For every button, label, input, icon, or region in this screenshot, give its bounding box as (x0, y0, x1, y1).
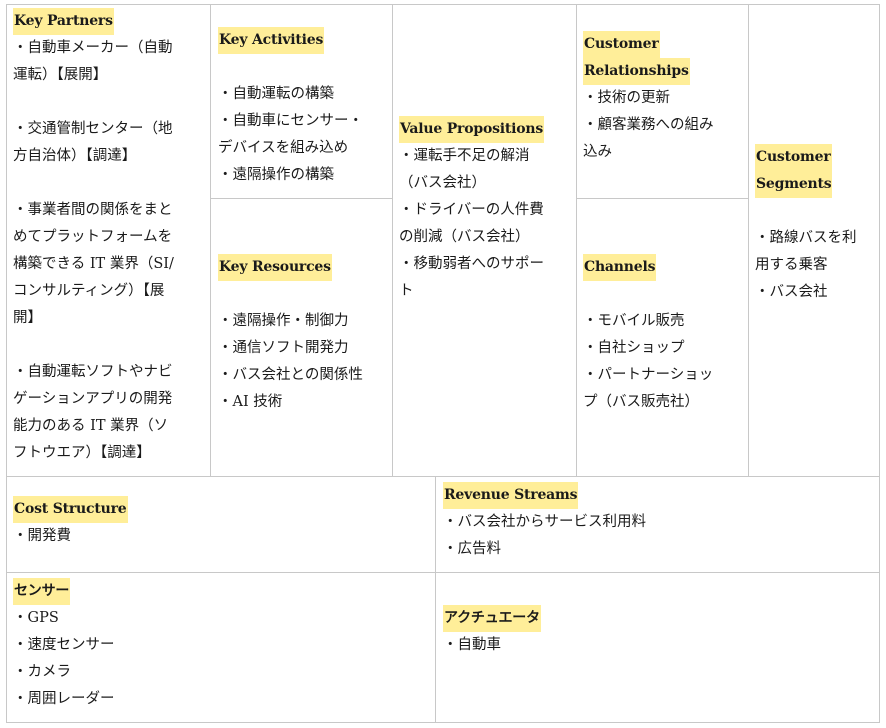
key-resources-heading: Key Resources (218, 254, 332, 281)
cost-structure-cell: Cost Structure ・開発費 (13, 496, 428, 550)
customer-relationships-heading-line1: Customer (583, 31, 660, 58)
key-activities-cell: Key Activities ・自動運転の構築 ・自動車にセンサー・ デバイスを… (218, 27, 390, 189)
border-relationships-split (576, 198, 748, 199)
customer-segments-heading-line2: Segments (755, 171, 833, 198)
customer-segments-list: ・路線バスを利 用する乗客 ・バス会社 (755, 225, 877, 306)
value-propositions-item-2: ・ドライバーの人件費 の削減（バス会社） (399, 202, 544, 245)
channels-item-3: ・パートナーショッ プ（バス販売社） (583, 367, 714, 410)
border-col-b (392, 4, 393, 476)
border-col-c (576, 4, 577, 476)
border-row1-bottom (6, 476, 880, 477)
sensors-item-1: ・GPS (13, 610, 59, 626)
key-activities-heading: Key Activities (218, 27, 325, 54)
channels-item-1: ・モバイル販売 (583, 313, 685, 329)
revenue-streams-item-2: ・広告料 (443, 541, 501, 557)
sensors-item-4: ・周囲レーダー (13, 691, 115, 707)
border-col-a (210, 4, 211, 476)
channels-item-2: ・自社ショップ (583, 340, 685, 356)
key-activities-item-2: ・自動車にセンサー・ デバイスを組み込め (218, 113, 363, 156)
customer-relationships-item-2: ・顧客業務への組み 込み (583, 117, 714, 160)
actuators-item-1: ・自動車 (443, 637, 501, 653)
key-activities-item-1: ・自動運転の構築 (218, 86, 334, 102)
cost-structure-heading: Cost Structure (13, 496, 128, 523)
key-activities-item-3: ・遠隔操作の構築 (218, 167, 334, 183)
border-col-d (748, 4, 749, 476)
sensors-heading: センサー (13, 578, 71, 605)
channels-heading: Channels (583, 254, 657, 281)
sensors-item-3: ・カメラ (13, 664, 71, 680)
border-activities-split (210, 198, 392, 199)
sensors-cell: センサー ・GPS ・速度センサー ・カメラ ・周囲レーダー (13, 578, 428, 713)
border-left (6, 4, 7, 723)
key-activities-list: ・自動運転の構築 ・自動車にセンサー・ デバイスを組み込め ・遠隔操作の構築 (218, 81, 390, 189)
channels-cell: Channels ・モバイル販売 ・自社ショップ ・パートナーショッ プ（バス販… (583, 254, 747, 416)
customer-segments-cell: Customer Segments ・路線バスを利 用する乗客 ・バス会社 (755, 144, 877, 306)
key-partners-item-3: ・事業者間の関係をまと めてプラットフォームを 構築できる IT 業界（SI/ … (13, 202, 174, 326)
customer-segments-item-2: ・バス会社 (755, 284, 828, 300)
value-propositions-item-3: ・移動弱者へのサポー ト (399, 256, 544, 299)
border-right (879, 4, 880, 723)
key-partners-item-4: ・自動運転ソフトやナビ ゲーションアプリの開発 能力のある IT 業界（ソ フト… (13, 364, 173, 461)
customer-relationships-item-1: ・技術の更新 (583, 90, 670, 106)
revenue-streams-cell: Revenue Streams ・バス会社からサービス利用料 ・広告料 (443, 482, 873, 563)
actuators-cell: アクチュエータ ・自動車 (443, 605, 873, 659)
key-resources-item-1: ・遠隔操作・制御力 (218, 313, 349, 329)
border-bottom-mid (435, 476, 436, 723)
key-resources-cell: Key Resources ・遠隔操作・制御力 ・通信ソフト開発力 ・バス会社と… (218, 254, 390, 416)
revenue-streams-heading: Revenue Streams (443, 482, 579, 509)
key-resources-item-4: ・AI 技術 (218, 394, 283, 410)
value-propositions-heading: Value Propositions (399, 116, 545, 143)
value-propositions-cell: Value Propositions ・運転手不足の解消 （バス会社） ・ドライ… (399, 116, 575, 305)
customer-segments-item-1: ・路線バスを利 用する乗客 (755, 230, 857, 273)
key-resources-item-2: ・通信ソフト開発力 (218, 340, 349, 356)
customer-relationships-heading-line2: Relationships (583, 58, 690, 85)
customer-segments-heading-line1: Customer (755, 144, 832, 171)
border-row2-bottom (6, 572, 880, 573)
key-partners-cell: Key Partners ・自動車メーカー（自動 運転）【展開】 ・交通管制セン… (13, 8, 208, 467)
value-propositions-item-1: ・運転手不足の解消 （バス会社） (399, 148, 530, 191)
border-bottom (6, 722, 880, 723)
cost-structure-item-1: ・開発費 (13, 528, 71, 544)
key-resources-list: ・遠隔操作・制御力 ・通信ソフト開発力 ・バス会社との関係性 ・AI 技術 (218, 308, 390, 416)
key-partners-item-2: ・交通管制センター（地 方自治体）【調達】 (13, 121, 173, 164)
key-resources-item-3: ・バス会社との関係性 (218, 367, 363, 383)
sensors-item-2: ・速度センサー (13, 637, 115, 653)
revenue-streams-item-1: ・バス会社からサービス利用料 (443, 514, 646, 530)
actuators-heading: アクチュエータ (443, 605, 541, 632)
customer-relationships-cell: Customer Relationships ・技術の更新 ・顧客業務への組み … (583, 31, 747, 166)
channels-list: ・モバイル販売 ・自社ショップ ・パートナーショッ プ（バス販売社） (583, 308, 747, 416)
key-partners-heading: Key Partners (13, 8, 114, 35)
key-partners-item-1: ・自動車メーカー（自動 運転）【展開】 (13, 40, 173, 83)
